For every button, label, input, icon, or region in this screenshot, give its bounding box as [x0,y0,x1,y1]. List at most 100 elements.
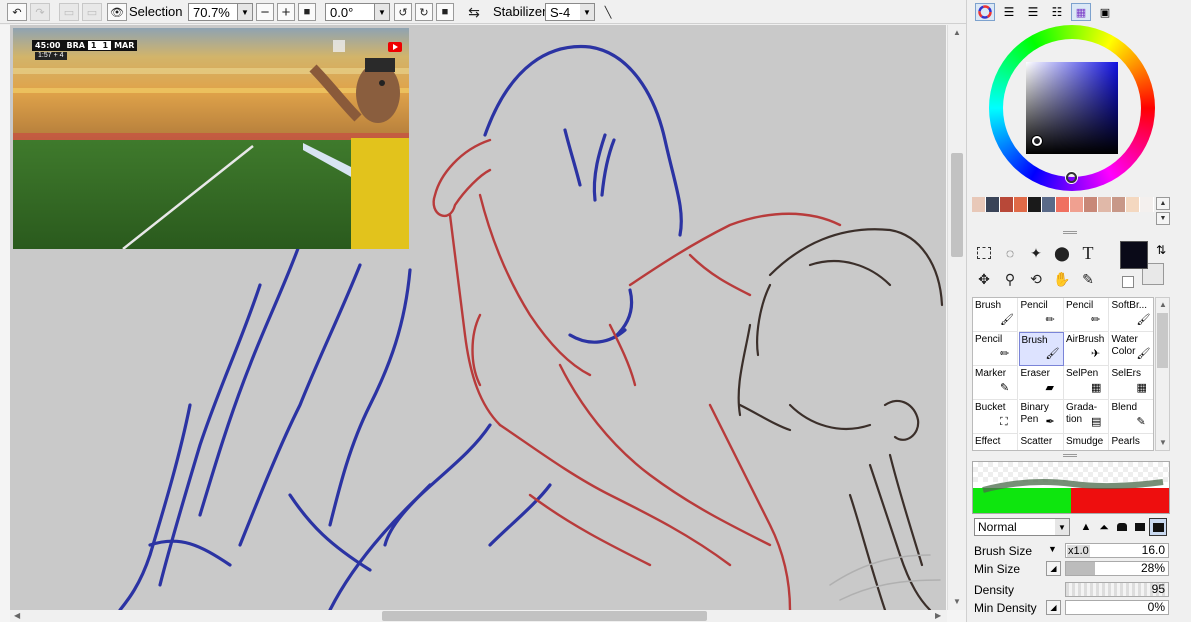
zoom-input[interactable]: 70.7% [188,3,238,21]
scroll-up-icon[interactable]: ▲ [953,28,961,37]
brush-slot[interactable]: Grada- tion ▤ [1064,400,1109,434]
scratchpad-tab[interactable]: ▣ [1095,3,1115,21]
blend-mode-dropdown[interactable]: ▼ [1055,518,1070,536]
color-swatch[interactable] [1098,197,1112,212]
horizontal-scroll-thumb[interactable] [382,611,707,621]
brush-slot[interactable]: Brush 🖌 [1018,332,1064,366]
rect-select-tool[interactable] [972,242,996,264]
brush-slot[interactable]: Scatter ⁘ [1018,434,1064,450]
min-density-pressure-toggle[interactable]: ◢ [1046,600,1061,615]
brush-slot[interactable]: Water Color 🖌 [1109,332,1153,366]
color-swatch[interactable] [1000,197,1014,212]
scroll-right-icon[interactable]: ▶ [935,611,941,620]
min-size-pressure-toggle[interactable]: ◢ [1046,561,1061,576]
stabilizer-dropdown[interactable]: ▼ [580,3,595,21]
brush-slot[interactable]: SelPen ▦ [1064,366,1109,400]
color-swatch[interactable] [1028,197,1042,212]
color-swatch[interactable] [1042,197,1056,212]
brush-slot[interactable]: Marker ✎ [973,366,1018,400]
scroll-left-icon[interactable]: ◀ [14,611,20,620]
rotate-tool[interactable]: ⟲ [1024,268,1048,290]
color-swatch[interactable] [1126,197,1140,212]
color-swatch[interactable] [1112,197,1126,212]
color-swatch[interactable] [1084,197,1098,212]
brush-grid-scroll-thumb[interactable] [1157,313,1168,368]
brush-size-slider[interactable]: x1.0 16.0 [1065,543,1169,558]
swap-colors-icon[interactable]: ⇅ [1156,243,1166,257]
primary-color[interactable] [1120,241,1148,269]
brush-slot[interactable]: Pencil ✏ [973,332,1018,366]
brush-slot[interactable]: Pencil ✏ [1064,298,1109,332]
brush-slot[interactable]: Brush 🖌 [973,298,1018,332]
canvas-vertical-scrollbar[interactable]: ▲ ▼ [947,25,966,610]
color-swatch[interactable] [1014,197,1028,212]
brush-slot[interactable]: SoftBr... 🖌 [1109,298,1153,332]
color-swatch[interactable] [1070,197,1084,212]
brush-size-multiplier[interactable]: x1.0 [1067,545,1090,557]
brush-slot[interactable]: Pencil ✏ [1018,298,1064,332]
move-tool[interactable]: ✥ [972,268,996,290]
undo-button[interactable]: ↶ [7,3,27,21]
rotation-dropdown[interactable]: ▼ [375,3,390,21]
brush-size-dropdown-icon[interactable]: ▼ [1048,544,1057,554]
magic-wand-tool[interactable]: ✦ [1024,242,1048,264]
rotation-reset-button[interactable]: ■ [436,3,454,21]
hsv-sliders-tab[interactable]: ☰ [1023,3,1043,21]
brush-slot[interactable]: Effect ✦ [973,434,1018,450]
rotate-ccw-button[interactable]: ↺ [394,3,412,21]
transparent-color-icon[interactable] [1122,276,1134,288]
drawing-canvas[interactable]: 45:00 BRA 1 1 MAR 1:57 + 4 [10,25,946,610]
zoom-dropdown[interactable]: ▼ [238,3,253,21]
zoom-in-button[interactable]: + [277,3,295,21]
swatches-tab[interactable]: ▦ [1071,3,1091,21]
shape-medium-button[interactable]: ⏶ [1095,518,1113,536]
color-swatch[interactable] [1056,197,1070,212]
hue-cursor[interactable] [1066,172,1077,183]
rgb-sliders-tab[interactable]: ☰ [999,3,1019,21]
invert-selection-button[interactable]: ▭ [82,3,102,21]
zoom-tool[interactable]: ⚲ [998,268,1022,290]
deselect-button[interactable]: ▭ [59,3,79,21]
swatch-scroll-down[interactable]: ▼ [1156,212,1170,225]
brush-grid-scrollbar[interactable]: ▲ ▼ [1155,297,1170,451]
brush-slot[interactable]: AirBrush ✈ [1064,332,1109,366]
brush-slot[interactable]: Eraser ▰ [1018,366,1064,400]
rotate-cw-button[interactable]: ↻ [415,3,433,21]
shape-flat-button[interactable] [1149,518,1167,536]
min-size-slider[interactable]: 28% [1065,561,1169,576]
panel-splitter[interactable] [1063,231,1077,234]
hand-tool[interactable]: ✋ [1050,268,1074,290]
text-tool[interactable]: T [1076,242,1100,264]
zoom-out-button[interactable]: − [256,3,274,21]
brush-slot[interactable]: Smudge ☝ [1064,434,1109,450]
scroll-up-icon[interactable]: ▲ [1159,300,1167,309]
brush-slot[interactable]: SelErs ▦ [1109,366,1153,400]
brush-slot[interactable]: Pearls ∘ [1109,434,1153,450]
reference-video[interactable]: 45:00 BRA 1 1 MAR 1:57 + 4 [13,28,409,249]
zoom-reset-button[interactable]: ■ [298,3,316,21]
swatch-scroll-up[interactable]: ▲ [1156,197,1170,210]
color-swatch[interactable] [986,197,1000,212]
brush-slot[interactable]: Blend ✎ [1109,400,1153,434]
color-wheel[interactable] [989,25,1155,191]
rotation-input[interactable]: 0.0° [325,3,375,21]
shape-tool[interactable]: ⬤ [1050,242,1074,264]
stabilizer-select[interactable]: S-4 [545,3,581,21]
min-density-slider[interactable]: 0% [1065,600,1169,615]
brush-slot[interactable]: Bucket ⛶ [973,400,1018,434]
shape-soft-button[interactable]: ▲ [1077,518,1095,536]
scroll-down-icon[interactable]: ▼ [953,597,961,606]
vertical-scroll-thumb[interactable] [951,153,963,257]
scroll-down-icon[interactable]: ▼ [1159,438,1167,447]
shape-hard-button[interactable] [1113,518,1131,536]
density-slider[interactable]: 95 [1065,582,1169,597]
selection-visibility-button[interactable]: 👁 [107,3,127,21]
canvas-horizontal-scrollbar[interactable]: ◀ ▶ [10,610,947,622]
redo-button[interactable]: ↷ [30,3,50,21]
sv-cursor[interactable] [1032,136,1042,146]
line-tool-button[interactable]: ╲ [598,3,618,21]
flip-horizontal-button[interactable]: ⇆ [464,3,484,21]
color-swatch[interactable] [1140,197,1154,212]
shape-square-button[interactable] [1131,518,1149,536]
color-swatch[interactable] [972,197,986,212]
